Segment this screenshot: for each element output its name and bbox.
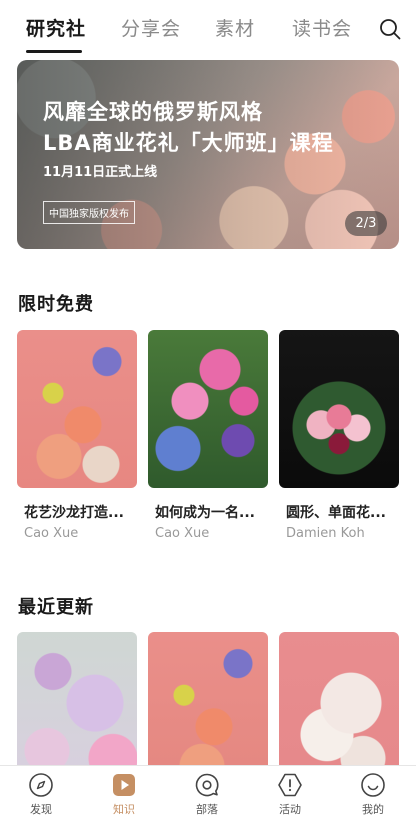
banner-subtitle: 11月11日正式上线	[43, 165, 158, 180]
nav-item-discover[interactable]: 发现	[11, 772, 71, 817]
tab-research[interactable]: 研究社	[26, 14, 86, 41]
banner-pager: 2/3	[345, 211, 387, 236]
course-card[interactable]: 花艺沙龙打造... Cao Xue	[17, 330, 137, 541]
nav-item-tribe[interactable]: 部落	[177, 772, 237, 817]
course-title: 圆形、单面花...	[286, 505, 386, 521]
bottom-nav: 发现 知识 部落 活动 我的	[0, 765, 416, 823]
chat-bubble-icon	[195, 773, 219, 797]
search-icon[interactable]	[378, 17, 402, 41]
nav-label: 我的	[362, 803, 384, 816]
course-card[interactable]: 圆形、单面花... Damien Koh	[279, 330, 399, 541]
nav-item-mine[interactable]: 我的	[343, 772, 403, 817]
course-author: Cao Xue	[155, 526, 210, 541]
promo-banner[interactable]: 风靡全球的俄罗斯风格 LBA商业花礼「大师班」课程 11月11日正式上线 中国独…	[17, 60, 399, 249]
top-tab-bar: 研究社 分享会 素材 读书会	[0, 0, 416, 56]
active-tab-indicator	[26, 50, 82, 53]
course-title: 如何成为一名...	[155, 505, 255, 521]
section-title-recent: 最近更新	[18, 597, 94, 618]
play-icon	[113, 774, 135, 796]
course-author: Cao Xue	[24, 526, 79, 541]
course-thumbnail	[148, 330, 268, 488]
smile-face-icon	[361, 773, 385, 797]
tab-material[interactable]: 素材	[215, 14, 255, 41]
banner-title-line1: 风靡全球的俄罗斯风格	[43, 100, 263, 124]
banner-title-line2: LBA商业花礼「大师班」课程	[43, 131, 334, 155]
nav-label: 部落	[196, 803, 218, 816]
tab-share[interactable]: 分享会	[121, 14, 181, 41]
compass-icon	[29, 773, 53, 797]
alert-hexagon-icon	[278, 773, 302, 797]
course-author: Damien Koh	[286, 526, 365, 541]
banner-tag: 中国独家版权发布	[43, 201, 135, 224]
nav-label: 活动	[279, 803, 301, 816]
course-title: 花艺沙龙打造...	[24, 505, 124, 521]
course-thumbnail	[17, 330, 137, 488]
course-thumbnail	[279, 330, 399, 488]
course-card[interactable]: 如何成为一名... Cao Xue	[148, 330, 268, 541]
nav-item-activity[interactable]: 活动	[260, 772, 320, 817]
nav-item-knowledge[interactable]: 知识	[94, 772, 154, 817]
nav-label: 发现	[30, 803, 52, 816]
tab-reading[interactable]: 读书会	[292, 14, 352, 41]
nav-label: 知识	[113, 803, 135, 816]
section-title-free: 限时免费	[18, 294, 94, 315]
